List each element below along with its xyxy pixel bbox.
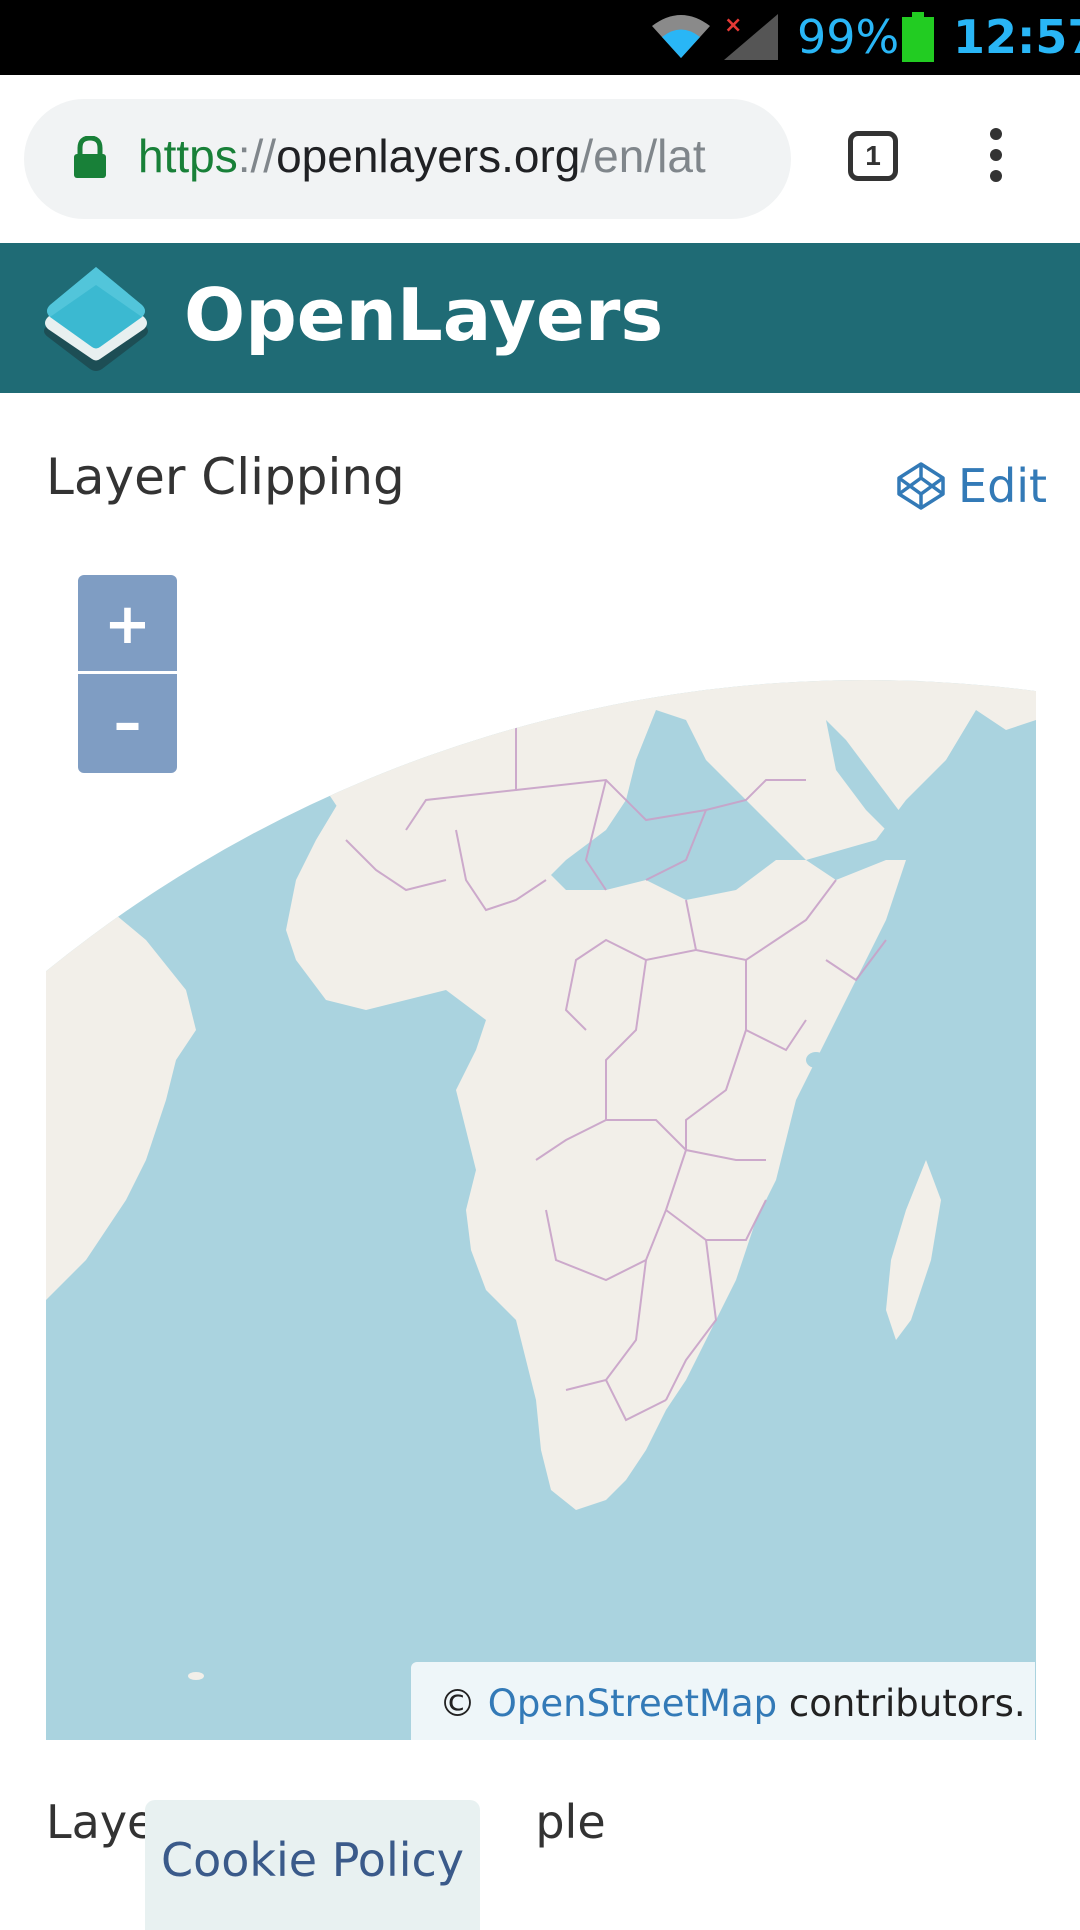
clock: 12:57 (953, 10, 1080, 64)
cookie-policy-button[interactable]: Cookie Policy (145, 1800, 480, 1930)
copyright-symbol: © (439, 1682, 476, 1725)
zoom-in-button[interactable]: + (78, 575, 177, 674)
status-bar: × 99% 12:57 (0, 0, 1080, 75)
more-menu-icon[interactable] (984, 128, 1008, 186)
map-viewport[interactable] (46, 560, 1036, 1740)
site-title[interactable]: OpenLayers (184, 273, 663, 357)
address-bar[interactable]: https://openlayers.org/en/lat (24, 99, 791, 219)
tabs-button[interactable]: 1 (848, 131, 898, 181)
browser-toolbar: https://openlayers.org/en/lat 1 (0, 75, 1080, 243)
clipped-map-layer (46, 680, 1036, 1740)
url-text: https://openlayers.org/en/lat (138, 130, 706, 182)
zoom-control: + – (78, 575, 177, 773)
zoom-out-button[interactable]: – (78, 674, 177, 773)
page-title: Layer Clipping (46, 448, 405, 506)
lock-icon (74, 136, 106, 178)
battery-percent: 99% (797, 10, 900, 64)
map-attribution: © OpenStreetMap contributors. (411, 1662, 1035, 1740)
battery-icon (902, 12, 934, 62)
no-signal-icon: × (724, 13, 778, 60)
wifi-icon (652, 15, 710, 58)
svg-text:×: × (724, 13, 742, 38)
edit-label: Edit (958, 459, 1048, 513)
openstreetmap-link[interactable]: OpenStreetMap (488, 1682, 777, 1725)
edit-link[interactable]: Edit (896, 458, 1047, 514)
openlayers-logo[interactable] (40, 263, 152, 375)
site-header: OpenLayers (0, 243, 1080, 393)
attribution-suffix: contributors. (788, 1682, 1026, 1725)
codepen-icon (897, 462, 945, 510)
